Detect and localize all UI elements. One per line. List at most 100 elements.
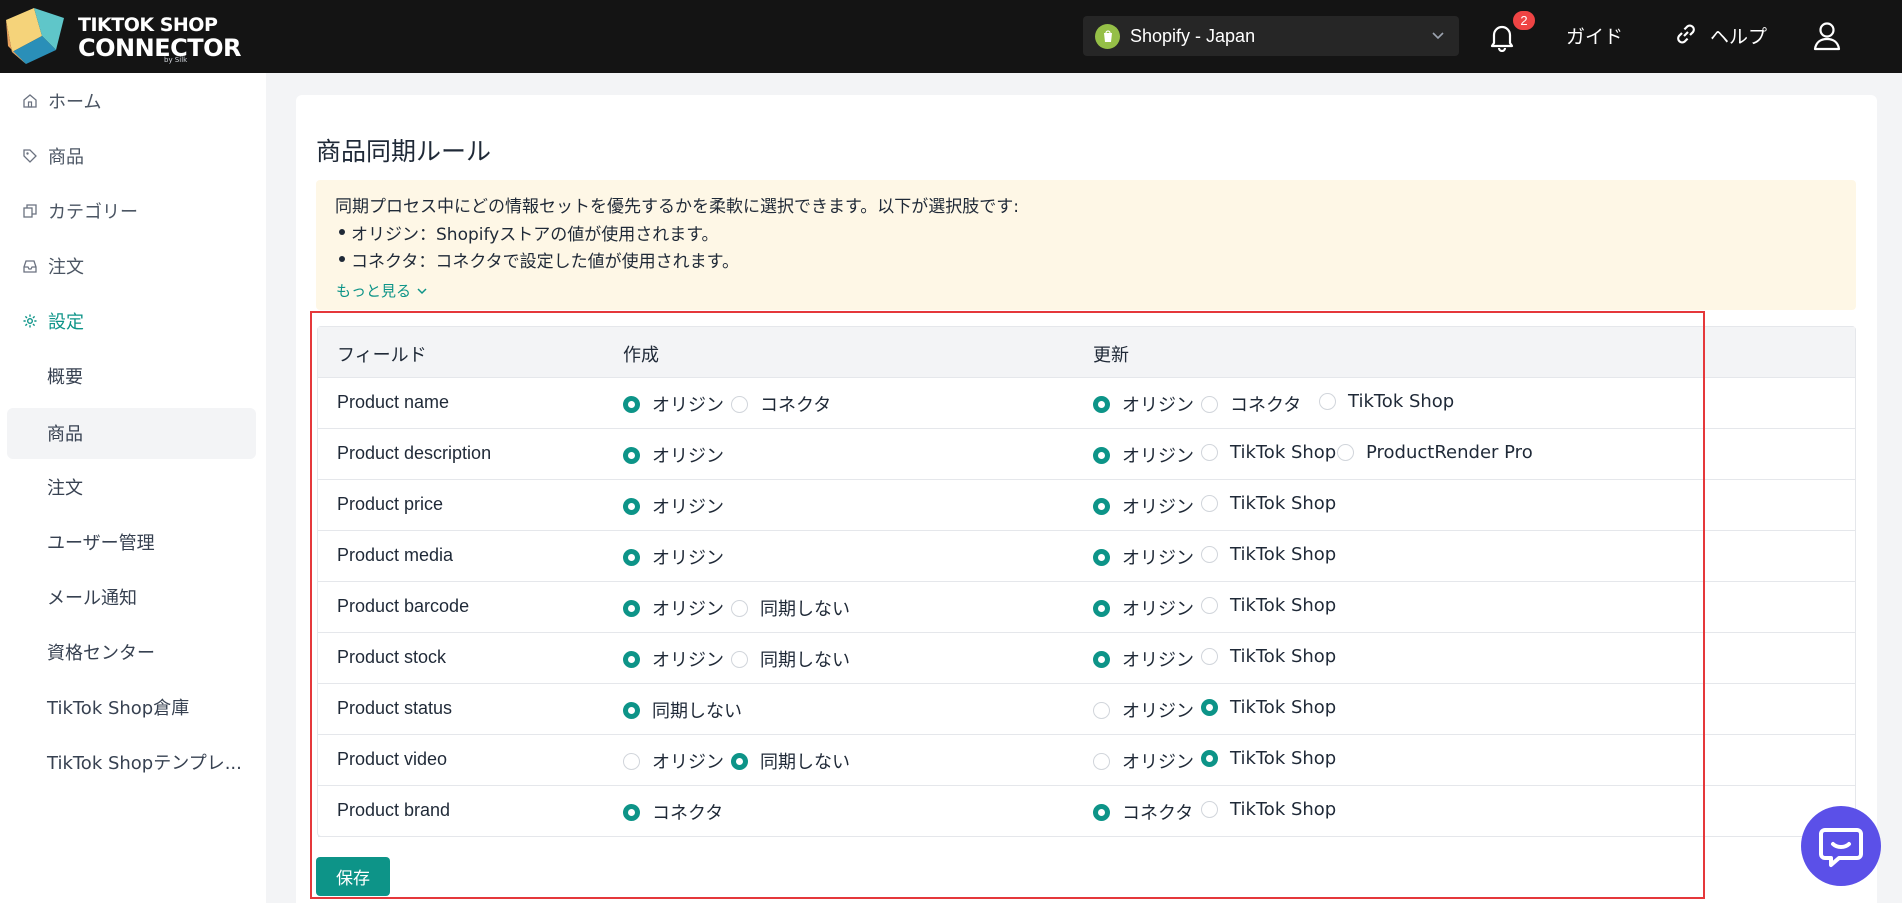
update-option[interactable]: オリジン — [1093, 646, 1194, 672]
chat-button[interactable] — [1801, 806, 1881, 886]
radio-unchecked-icon[interactable] — [1201, 648, 1218, 665]
radio-unchecked-icon[interactable] — [1093, 701, 1110, 719]
update-option[interactable]: コネクタ — [1201, 391, 1301, 417]
radio-unchecked-icon[interactable] — [1201, 597, 1218, 614]
create-option[interactable]: オリジン — [623, 748, 724, 774]
sidebar-item-categories[interactable]: カテゴリー — [22, 196, 138, 226]
sidebar-sub-tiktok-template[interactable]: TikTok Shopテンプレ... — [47, 747, 242, 777]
update-option[interactable]: TikTok Shop — [1201, 595, 1336, 616]
update-option[interactable]: ProductRender Pro — [1337, 442, 1533, 463]
sidebar-sub-overview[interactable]: 概要 — [47, 361, 83, 391]
link-icon[interactable] — [1672, 20, 1700, 48]
help-link[interactable]: ヘルプ — [1710, 22, 1767, 49]
update-option[interactable]: TikTok Shop — [1319, 391, 1454, 412]
create-option[interactable]: オリジン — [623, 646, 724, 672]
update-option[interactable]: オリジン — [1093, 748, 1194, 774]
sidebar-sub-products[interactable]: 商品 — [47, 418, 83, 448]
update-option[interactable]: オリジン — [1093, 391, 1194, 417]
radio-checked-icon[interactable] — [1201, 750, 1218, 767]
radio-checked-icon[interactable] — [1093, 446, 1110, 464]
user-icon[interactable] — [1812, 20, 1842, 52]
radio-checked-icon[interactable] — [623, 701, 640, 719]
option-label: オリジン — [1122, 599, 1194, 620]
radio-unchecked-icon[interactable] — [1201, 546, 1218, 563]
radio-checked-icon[interactable] — [1093, 599, 1110, 617]
radio-checked-icon[interactable] — [623, 599, 640, 617]
sidebar-sub-user-management[interactable]: ユーザー管理 — [47, 527, 155, 557]
radio-unchecked-icon[interactable] — [1201, 444, 1218, 461]
option-label: オリジン — [1122, 446, 1194, 467]
show-more-link[interactable]: もっと見る — [336, 280, 429, 301]
update-option[interactable]: TikTok Shop — [1201, 646, 1336, 667]
radio-checked-icon[interactable] — [1093, 548, 1110, 566]
update-option[interactable]: TikTok Shop — [1201, 493, 1336, 514]
logo-mark-icon — [6, 8, 64, 64]
radio-unchecked-icon[interactable] — [1201, 801, 1218, 818]
radio-unchecked-icon[interactable] — [731, 395, 748, 413]
update-option[interactable]: オリジン — [1093, 697, 1194, 723]
radio-unchecked-icon[interactable] — [1337, 444, 1354, 461]
radio-checked-icon[interactable] — [623, 548, 640, 566]
sidebar-sub-tiktok-warehouse[interactable]: TikTok Shop倉庫 — [47, 692, 189, 722]
create-option[interactable]: オリジン — [623, 442, 724, 468]
store-select[interactable]: Shopify - Japan — [1083, 16, 1459, 56]
update-option[interactable]: TikTok Shop — [1201, 442, 1336, 463]
save-button[interactable]: 保存 — [316, 857, 390, 896]
update-option[interactable]: TikTok Shop — [1201, 544, 1336, 565]
create-option[interactable]: 同期しない — [623, 697, 742, 723]
create-option[interactable]: 同期しない — [731, 595, 850, 621]
radio-checked-icon[interactable] — [623, 803, 640, 821]
radio-checked-icon[interactable] — [1201, 699, 1218, 716]
create-option[interactable]: 同期しない — [731, 748, 850, 774]
radio-checked-icon[interactable] — [623, 395, 640, 413]
sidebar: ホーム 商品 カテゴリー 注文 設定 概要 商品 注文 ユーザー管理 メール通知… — [0, 73, 266, 903]
radio-checked-icon[interactable] — [623, 650, 640, 668]
option-label: オリジン — [1122, 395, 1194, 416]
update-option[interactable]: オリジン — [1093, 493, 1194, 519]
radio-checked-icon[interactable] — [623, 497, 640, 515]
sidebar-item-settings[interactable]: 設定 — [22, 306, 84, 336]
info-notice: 同期プロセス中にどの情報セットを優先するかを柔軟に選択できます。以下が選択肢です… — [316, 180, 1856, 310]
create-option[interactable]: 同期しない — [731, 646, 850, 672]
sidebar-item-home[interactable]: ホーム — [22, 86, 101, 116]
bell-icon[interactable] — [1488, 22, 1516, 52]
radio-checked-icon[interactable] — [623, 446, 640, 464]
store-select-label: Shopify - Japan — [1130, 25, 1256, 46]
update-option[interactable]: TikTok Shop — [1201, 748, 1336, 769]
field-name: Product brand — [337, 800, 451, 820]
create-option[interactable]: オリジン — [623, 391, 724, 417]
radio-checked-icon[interactable] — [1093, 803, 1110, 821]
radio-unchecked-icon[interactable] — [1201, 395, 1218, 413]
create-option[interactable]: コネクタ — [731, 391, 831, 417]
update-option[interactable]: オリジン — [1093, 544, 1194, 570]
radio-checked-icon[interactable] — [1093, 650, 1110, 668]
sidebar-sub-credentials-center[interactable]: 資格センター — [47, 637, 155, 667]
radio-unchecked-icon[interactable] — [731, 599, 748, 617]
update-option[interactable]: オリジン — [1093, 595, 1194, 621]
create-option[interactable]: オリジン — [623, 544, 724, 570]
radio-unchecked-icon[interactable] — [1201, 495, 1218, 512]
logo[interactable]: TIKTOK SHOP CONNECTOR by Silk — [4, 6, 241, 68]
update-option[interactable]: TikTok Shop — [1201, 697, 1336, 718]
radio-checked-icon[interactable] — [1093, 395, 1110, 413]
option-label: 同期しない — [760, 752, 850, 773]
option-label: TikTok Shop — [1230, 493, 1337, 514]
update-option[interactable]: オリジン — [1093, 442, 1194, 468]
update-option[interactable]: コネクタ — [1093, 799, 1193, 825]
radio-unchecked-icon[interactable] — [623, 752, 640, 770]
radio-unchecked-icon[interactable] — [731, 650, 748, 668]
radio-unchecked-icon[interactable] — [1319, 393, 1336, 410]
radio-checked-icon[interactable] — [1093, 497, 1110, 515]
radio-checked-icon[interactable] — [731, 752, 748, 770]
create-option[interactable]: オリジン — [623, 493, 724, 519]
sidebar-item-orders[interactable]: 注文 — [22, 251, 84, 281]
sidebar-sub-email-notifications[interactable]: メール通知 — [47, 582, 137, 612]
radio-unchecked-icon[interactable] — [1093, 752, 1110, 770]
update-option[interactable]: TikTok Shop — [1201, 799, 1336, 820]
sidebar-item-products[interactable]: 商品 — [22, 141, 84, 171]
create-option[interactable]: オリジン — [623, 595, 724, 621]
create-option[interactable]: コネクタ — [623, 799, 723, 825]
guide-link[interactable]: ガイド — [1566, 22, 1623, 49]
sidebar-sub-orders[interactable]: 注文 — [47, 472, 83, 502]
option-label: コネクタ — [1122, 803, 1194, 824]
